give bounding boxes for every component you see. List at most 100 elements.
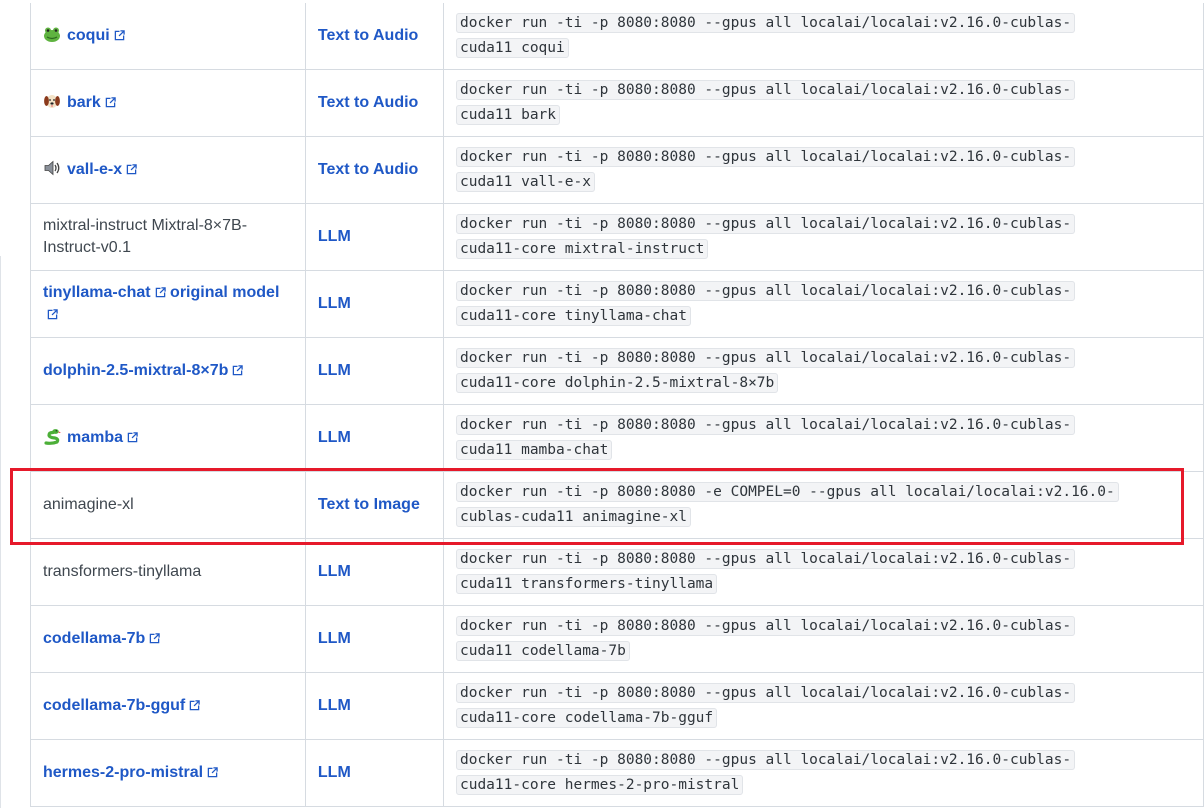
model-link[interactable]: vall-e-x: [67, 161, 122, 178]
original-model-link[interactable]: original model: [170, 284, 279, 301]
table-row: mamba LLM docker run -ti -p 8080:8080 --gp…: [30, 404, 1204, 472]
model-link[interactable]: codellama-7b-gguf: [43, 697, 185, 714]
command-line-2: cuda11-core mixtral-instruct: [455, 239, 709, 259]
table-row: codellama-7b LLM docker run -ti -p 8080:80…: [30, 605, 1204, 673]
command-line-2: cuda11-core hermes-2-pro-mistral: [455, 775, 744, 795]
usecase-link[interactable]: LLM: [318, 563, 351, 580]
usecase-link[interactable]: LLM: [318, 295, 351, 312]
command-line-2: cuda11 transformers-tinyllama: [455, 574, 718, 594]
table-row: vall-e-x Text to Audio docker run -ti -p 8…: [30, 136, 1204, 204]
command-cell: docker run -ti -p 8080:8080 --gpus all l…: [442, 404, 1204, 472]
external-link-icon: [233, 365, 244, 376]
command-code[interactable]: docker run -ti -p 8080:8080 --gpus all l…: [455, 750, 1076, 795]
external-link-icon: [105, 97, 116, 108]
model-link[interactable]: hermes-2-pro-mistral: [43, 764, 203, 781]
usecase-cell: LLM: [304, 404, 444, 472]
command-cell: docker run -ti -p 8080:8080 --gpus all l…: [442, 203, 1204, 271]
command-code[interactable]: docker run -ti -p 8080:8080 --gpus all l…: [455, 348, 1076, 393]
command-cell: docker run -ti -p 8080:8080 --gpus all l…: [442, 136, 1204, 204]
usecase-cell: LLM: [304, 203, 444, 271]
model-cell: codellama-7b-gguf: [30, 672, 306, 740]
table-row: bark Text to Audio docker run -ti -p 8080:…: [30, 69, 1204, 137]
command-code[interactable]: docker run -ti -p 8080:8080 --gpus all l…: [455, 616, 1076, 661]
command-line-1: docker run -ti -p 8080:8080 --gpus all l…: [455, 683, 1076, 703]
usecase-cell: LLM: [304, 739, 444, 807]
usecase-link[interactable]: LLM: [318, 630, 351, 647]
model-cell: tinyllama-chat original model: [30, 270, 306, 338]
command-code[interactable]: docker run -ti -p 8080:8080 --gpus all l…: [455, 549, 1076, 594]
model-cell: vall-e-x: [30, 136, 306, 204]
models-table-body: coqui Text to Audio docker run -ti -p 8080…: [30, 3, 1204, 807]
command-line-1: docker run -ti -p 8080:8080 -e COMPEL=0 …: [455, 482, 1119, 502]
model-link[interactable]: bark: [67, 94, 101, 111]
dog-emoji-icon: [43, 92, 61, 110]
usecase-cell: LLM: [304, 672, 444, 740]
model-link[interactable]: mamba: [67, 429, 123, 446]
model-cell: hermes-2-pro-mistral: [30, 739, 306, 807]
model-cell: codellama-7b: [30, 605, 306, 673]
command-cell: docker run -ti -p 8080:8080 --gpus all l…: [442, 739, 1204, 807]
table-row: animagine-xl Text to Image docker run -ti …: [30, 471, 1204, 539]
external-link-icon: [47, 309, 58, 320]
command-code[interactable]: docker run -ti -p 8080:8080 --gpus all l…: [455, 13, 1076, 58]
model-name: animagine-xl: [43, 496, 134, 513]
command-code[interactable]: docker run -ti -p 8080:8080 --gpus all l…: [455, 80, 1076, 125]
model-cell: bark: [30, 69, 306, 137]
command-code[interactable]: docker run -ti -p 8080:8080 -e COMPEL=0 …: [455, 482, 1119, 527]
command-line-2: cuda11-core codellama-7b-gguf: [455, 708, 718, 728]
model-name: mixtral-instruct Mixtral-8×7B-Instruct-v…: [43, 217, 248, 256]
command-line-1: docker run -ti -p 8080:8080 --gpus all l…: [455, 549, 1076, 569]
table-row: dolphin-2.5-mixtral-8×7b LLM docker run -t…: [30, 337, 1204, 405]
command-line-2: cuda11-core tinyllama-chat: [455, 306, 691, 326]
table-row: codellama-7b-gguf LLM docker run -ti -p 80…: [30, 672, 1204, 740]
command-code[interactable]: docker run -ti -p 8080:8080 --gpus all l…: [455, 415, 1076, 460]
usecase-link[interactable]: Text to Image: [318, 496, 420, 513]
command-line-1: docker run -ti -p 8080:8080 --gpus all l…: [455, 348, 1076, 368]
command-line-2: cuda11 mamba-chat: [455, 440, 613, 460]
external-link-icon: [155, 287, 166, 298]
command-line-1: docker run -ti -p 8080:8080 --gpus all l…: [455, 13, 1076, 33]
usecase-link[interactable]: LLM: [318, 697, 351, 714]
usecase-link[interactable]: LLM: [318, 362, 351, 379]
command-line-1: docker run -ti -p 8080:8080 --gpus all l…: [455, 415, 1076, 435]
table-row: mixtral-instruct Mixtral-8×7B-Instruct-v…: [30, 203, 1204, 271]
usecase-link[interactable]: LLM: [318, 228, 351, 245]
command-code[interactable]: docker run -ti -p 8080:8080 --gpus all l…: [455, 214, 1076, 259]
model-cell: animagine-xl: [30, 471, 306, 539]
external-link-icon: [189, 700, 200, 711]
page-edge-divider: [0, 256, 1, 808]
table-row: transformers-tinyllama LLM docker run -ti …: [30, 538, 1204, 606]
external-link-icon: [114, 30, 125, 41]
models-table: coqui Text to Audio docker run -ti -p 8080…: [30, 3, 1204, 807]
usecase-cell: Text to Audio: [304, 136, 444, 204]
command-line-1: docker run -ti -p 8080:8080 --gpus all l…: [455, 214, 1076, 234]
usecase-link[interactable]: Text to Audio: [318, 27, 418, 44]
model-cell: mamba: [30, 404, 306, 472]
command-code[interactable]: docker run -ti -p 8080:8080 --gpus all l…: [455, 281, 1076, 326]
table-row: coqui Text to Audio docker run -ti -p 8080…: [30, 3, 1204, 70]
model-link[interactable]: coqui: [67, 27, 110, 44]
snake-emoji-icon: [43, 427, 61, 445]
command-code[interactable]: docker run -ti -p 8080:8080 --gpus all l…: [455, 683, 1076, 728]
usecase-link[interactable]: LLM: [318, 764, 351, 781]
model-link[interactable]: codellama-7b: [43, 630, 145, 647]
command-line-2: cuda11-core dolphin-2.5-mixtral-8×7b: [455, 373, 779, 393]
usecase-link[interactable]: LLM: [318, 429, 351, 446]
usecase-link[interactable]: Text to Audio: [318, 161, 418, 178]
frog-emoji-icon: [43, 25, 61, 43]
external-link-icon: [149, 633, 160, 644]
external-link-icon: [126, 164, 137, 175]
command-cell: docker run -ti -p 8080:8080 --gpus all l…: [442, 69, 1204, 137]
model-link[interactable]: dolphin-2.5-mixtral-8×7b: [43, 362, 228, 379]
table-row: hermes-2-pro-mistral LLM docker run -ti -p…: [30, 739, 1204, 807]
model-link[interactable]: tinyllama-chat: [43, 284, 151, 301]
external-link-icon: [127, 432, 138, 443]
usecase-cell: Text to Audio: [304, 69, 444, 137]
command-line-2: cuda11 codellama-7b: [455, 641, 630, 661]
command-line-1: docker run -ti -p 8080:8080 --gpus all l…: [455, 616, 1076, 636]
usecase-link[interactable]: Text to Audio: [318, 94, 418, 111]
command-cell: docker run -ti -p 8080:8080 -e COMPEL=0 …: [442, 471, 1204, 539]
command-code[interactable]: docker run -ti -p 8080:8080 --gpus all l…: [455, 147, 1076, 192]
command-line-2: cublas-cuda11 animagine-xl: [455, 507, 691, 527]
usecase-cell: LLM: [304, 270, 444, 338]
